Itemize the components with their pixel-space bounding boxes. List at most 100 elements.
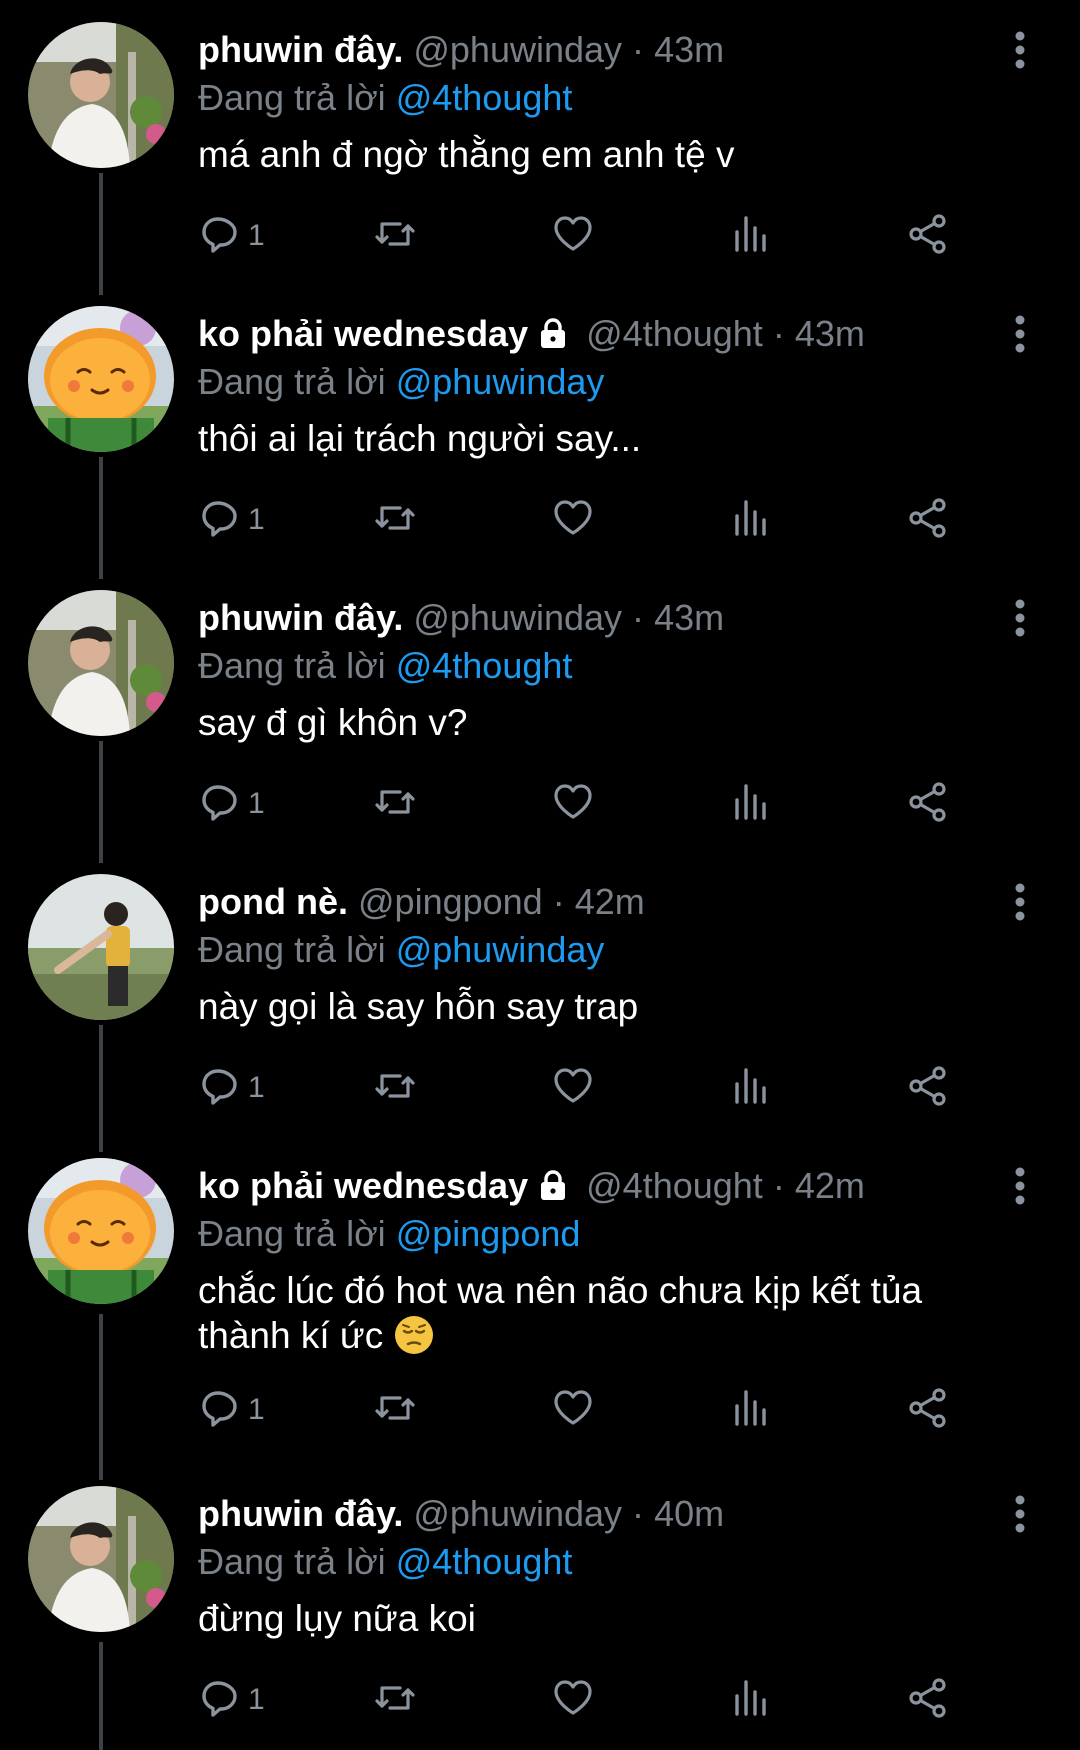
display-name[interactable]: pond nè. xyxy=(198,881,348,922)
retweet-button[interactable] xyxy=(373,1676,417,1724)
timestamp[interactable]: 43m xyxy=(795,313,865,354)
reply-button[interactable]: 1 xyxy=(198,496,265,544)
tweet[interactable]: phuwin đây. @phuwinday · 43m Đang trả lờ… xyxy=(0,568,1080,852)
share-button[interactable] xyxy=(906,212,950,260)
separator-dot: · xyxy=(772,1165,785,1206)
retweet-button[interactable] xyxy=(373,780,417,828)
views-button[interactable] xyxy=(728,1676,772,1724)
tweet-text: này gọi là say hỗn say trap xyxy=(198,984,998,1029)
more-options-icon[interactable] xyxy=(1004,1494,1036,1534)
like-icon xyxy=(551,780,595,829)
like-icon xyxy=(551,496,595,545)
user-handle[interactable]: @4thought xyxy=(586,313,763,354)
views-button[interactable] xyxy=(728,496,772,544)
reply-mention-link[interactable]: @4thought xyxy=(396,645,573,686)
share-icon xyxy=(906,1676,950,1725)
avatar-phuwin[interactable] xyxy=(28,1486,174,1632)
retweet-button[interactable] xyxy=(373,1064,417,1112)
display-name[interactable]: ko phải wednesday xyxy=(198,313,528,354)
reply-mention-link[interactable]: @pingpond xyxy=(396,1213,581,1254)
reply-mention-link[interactable]: @4thought xyxy=(396,1541,573,1582)
reply-mention-link[interactable]: @4thought xyxy=(396,77,573,118)
retweet-button[interactable] xyxy=(373,496,417,544)
user-handle[interactable]: @pingpond xyxy=(358,881,543,922)
reply-button[interactable]: 1 xyxy=(198,1064,265,1112)
tweet-text-content: má anh đ ngờ thằng em anh tệ v xyxy=(198,134,735,175)
more-options-icon[interactable] xyxy=(1004,1166,1036,1206)
reply-mention-link[interactable]: @phuwinday xyxy=(396,929,605,970)
retweet-button[interactable] xyxy=(373,1386,417,1434)
avatar-pond[interactable] xyxy=(28,874,174,1020)
timestamp[interactable]: 42m xyxy=(795,1165,865,1206)
avatar-cartoon[interactable] xyxy=(28,306,174,452)
lock-icon xyxy=(536,316,570,360)
user-handle[interactable]: @phuwinday xyxy=(413,29,622,70)
like-icon xyxy=(551,1064,595,1113)
tweet-header: phuwin đây. @phuwinday · 43m xyxy=(198,28,724,72)
retweet-icon xyxy=(373,1386,417,1435)
avatar-cartoon[interactable] xyxy=(28,1158,174,1304)
share-button[interactable] xyxy=(906,1386,950,1434)
timestamp[interactable]: 42m xyxy=(575,881,645,922)
tweet-header: phuwin đây. @phuwinday · 43m xyxy=(198,596,724,640)
retweet-button[interactable] xyxy=(373,212,417,260)
views-button[interactable] xyxy=(728,1386,772,1434)
more-options-icon[interactable] xyxy=(1004,30,1036,70)
tweet-header: phuwin đây. @phuwinday · 40m xyxy=(198,1492,724,1536)
reply-button[interactable]: 1 xyxy=(198,212,265,260)
replying-to-label: Đang trả lời xyxy=(198,1541,386,1582)
reply-button[interactable]: 1 xyxy=(198,1386,265,1434)
avatar-phuwin[interactable] xyxy=(28,590,174,736)
reply-button[interactable]: 1 xyxy=(198,780,265,828)
share-button[interactable] xyxy=(906,1064,950,1112)
reply-button[interactable]: 1 xyxy=(198,1676,265,1724)
tweet[interactable]: pond nè. @pingpond · 42m Đang trả lời @p… xyxy=(0,852,1080,1136)
reply-count: 1 xyxy=(248,1683,265,1716)
replying-to-label: Đang trả lời xyxy=(198,645,386,686)
user-handle[interactable]: @4thought xyxy=(586,1165,763,1206)
reply-icon xyxy=(198,212,242,261)
separator-dot: · xyxy=(632,597,645,638)
views-icon xyxy=(728,780,772,829)
like-button[interactable] xyxy=(551,1064,595,1112)
reply-icon xyxy=(198,1386,242,1435)
action-bar: 1 xyxy=(198,496,958,544)
like-button[interactable] xyxy=(551,780,595,828)
display-name[interactable]: phuwin đây. xyxy=(198,1493,403,1534)
timestamp[interactable]: 43m xyxy=(654,29,724,70)
like-button[interactable] xyxy=(551,1386,595,1434)
tweet-text-content: này gọi là say hỗn say trap xyxy=(198,986,639,1027)
more-options-icon[interactable] xyxy=(1004,314,1036,354)
separator-dot: · xyxy=(772,313,785,354)
share-button[interactable] xyxy=(906,1676,950,1724)
timestamp[interactable]: 40m xyxy=(654,1493,724,1534)
views-button[interactable] xyxy=(728,1064,772,1112)
tweet[interactable]: ko phải wednesday @4thought · 42m Đang t… xyxy=(0,1136,1080,1464)
share-button[interactable] xyxy=(906,780,950,828)
share-icon xyxy=(906,1064,950,1113)
tweet-header: ko phải wednesday @4thought · 43m xyxy=(198,312,865,360)
more-options-icon[interactable] xyxy=(1004,882,1036,922)
share-button[interactable] xyxy=(906,496,950,544)
retweet-icon xyxy=(373,496,417,545)
user-handle[interactable]: @phuwinday xyxy=(413,597,622,638)
display-name[interactable]: phuwin đây. xyxy=(198,597,403,638)
tweet[interactable]: phuwin đây. @phuwinday · 43m Đang trả lờ… xyxy=(0,0,1080,284)
display-name[interactable]: ko phải wednesday xyxy=(198,1165,528,1206)
reply-mention-link[interactable]: @phuwinday xyxy=(396,361,605,402)
like-button[interactable] xyxy=(551,496,595,544)
display-name[interactable]: phuwin đây. xyxy=(198,29,403,70)
lock-icon xyxy=(536,1168,570,1212)
avatar-phuwin[interactable] xyxy=(28,22,174,168)
share-icon xyxy=(906,212,950,261)
views-button[interactable] xyxy=(728,780,772,828)
tweet-text-content: say đ gì khôn v? xyxy=(198,702,468,743)
user-handle[interactable]: @phuwinday xyxy=(413,1493,622,1534)
more-options-icon[interactable] xyxy=(1004,598,1036,638)
like-button[interactable] xyxy=(551,1676,595,1724)
like-button[interactable] xyxy=(551,212,595,260)
views-button[interactable] xyxy=(728,212,772,260)
tweet[interactable]: ko phải wednesday @4thought · 43m Đang t… xyxy=(0,284,1080,568)
tweet[interactable]: phuwin đây. @phuwinday · 40m Đang trả lờ… xyxy=(0,1464,1080,1750)
timestamp[interactable]: 43m xyxy=(654,597,724,638)
